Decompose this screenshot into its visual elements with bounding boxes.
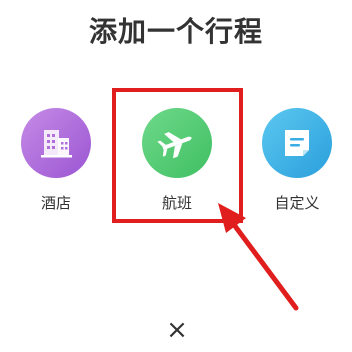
add-trip-sheet: 添加一个行程 酒店 航班 自定义 × [0,0,352,352]
red-arrow-icon [218,203,299,311]
close-button[interactable]: × [160,313,194,347]
